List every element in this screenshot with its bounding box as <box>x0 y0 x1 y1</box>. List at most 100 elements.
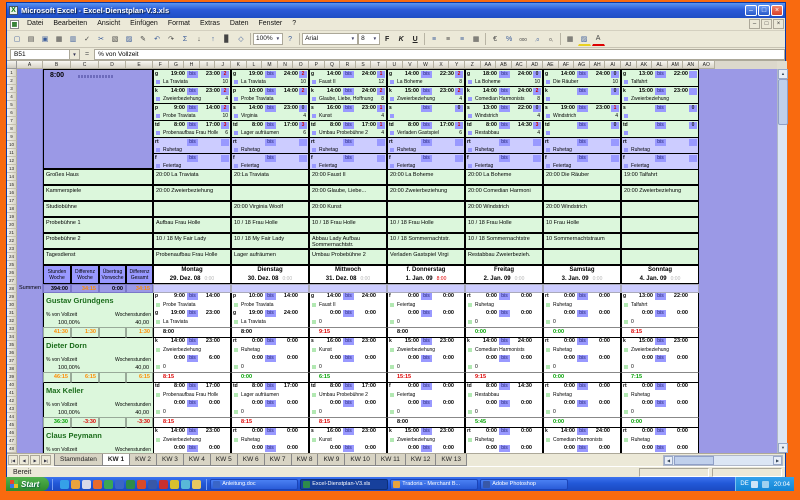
employee-day-cell[interactable]: rt0:00bis0:00Ruhetag0:00bis0:000 <box>543 338 621 372</box>
sheet-tab-kw-12[interactable]: KW 12 <box>405 454 437 466</box>
row-header-4[interactable]: 4 <box>7 93 17 101</box>
plan-entry[interactable]: g19:00bis23:002La Traviata10 <box>154 70 230 87</box>
row-header-37[interactable]: 37 <box>7 357 17 365</box>
venue-cell[interactable]: 10 / 18 Frau Holle <box>465 217 543 233</box>
internet-explorer-icon[interactable] <box>60 480 69 489</box>
venue-cell[interactable] <box>621 233 699 249</box>
plan-entry[interactable]: rtbisRuhetag <box>232 138 308 154</box>
plan-entry[interactable]: rtbisRuhetag <box>466 138 542 154</box>
column-header-G[interactable]: G <box>169 61 185 69</box>
open-icon[interactable]: ▤ <box>25 33 38 46</box>
column-header-AG[interactable]: AG <box>574 61 590 69</box>
employee-day-cell[interactable]: rt0:00bis0:00Ruhetag0:00bis0:000 <box>543 293 621 327</box>
font-select[interactable]: Arial▼ <box>302 33 358 45</box>
paste-icon[interactable]: ▨ <box>123 33 136 46</box>
chart-wizard-icon[interactable]: ▊ <box>221 33 234 46</box>
sheet-tab-kw-11[interactable]: KW 11 <box>375 454 406 466</box>
plan-entry[interactable]: k14:00bis24:002Glaube, Liebe, Hoffnung8 <box>310 87 386 104</box>
column-header-AD[interactable]: AD <box>527 61 543 69</box>
sort-descending-icon[interactable]: ↑ <box>207 33 220 46</box>
scroll-down-icon[interactable]: ▼ <box>778 443 788 453</box>
column-header-A[interactable]: A <box>17 61 43 69</box>
scroll-right-icon[interactable]: ▶ <box>773 456 782 465</box>
row-header-26[interactable]: 26 <box>7 269 17 277</box>
align-center-icon[interactable]: ≡ <box>442 33 455 46</box>
word-icon[interactable] <box>115 480 124 489</box>
tab-scroll-last-icon[interactable]: ▶| <box>41 455 51 465</box>
minimize-button[interactable]: – <box>745 5 757 16</box>
sheet-tab-kw-7[interactable]: KW 7 <box>264 454 292 466</box>
plan-entry[interactable]: g14:00bis24:001Faust II12 <box>310 70 386 87</box>
column-header-AI[interactable]: AI <box>605 61 621 69</box>
doc-close-button[interactable]: × <box>773 19 784 29</box>
sheet-tab-stammdaten[interactable]: Stammdaten <box>54 454 103 466</box>
row-header-46[interactable]: 46 <box>7 429 17 437</box>
venue-cell[interactable]: 10 / 18 Sommernachtstre <box>465 233 543 249</box>
doc-minimize-button[interactable]: – <box>749 19 760 29</box>
venue-cell[interactable]: Probenaufbau Frau Holle <box>153 249 231 265</box>
venue-cell[interactable]: 20:La Traviata <box>231 169 309 185</box>
venue-cell[interactable] <box>543 249 621 265</box>
column-header-T[interactable]: T <box>371 61 387 69</box>
row-header-1[interactable]: 1 <box>7 69 17 77</box>
formula-input[interactable]: % von Vollzeit <box>94 49 785 60</box>
select-all-corner[interactable] <box>7 61 17 69</box>
employee-day-cell[interactable]: s16:00bis23:00Kunst0:00bis0:000 <box>309 428 387 453</box>
row-header-19[interactable]: 19 <box>7 213 17 221</box>
employee-day-cell[interactable]: rt0:00bis0:00Ruhetag0:00bis0:000 <box>465 293 543 327</box>
row-header-31[interactable]: 31 <box>7 309 17 317</box>
row-header-44[interactable]: 44 <box>7 413 17 421</box>
venue-cell[interactable] <box>621 249 699 265</box>
column-header-AJ[interactable]: AJ <box>621 61 637 69</box>
column-header-N[interactable]: N <box>278 61 294 69</box>
row-header-33[interactable]: 33 <box>7 325 17 333</box>
menu-item-fenster[interactable]: Fenster <box>254 18 288 30</box>
row-header-9[interactable]: 9 <box>7 133 17 141</box>
show-desktop-icon[interactable] <box>82 480 91 489</box>
venue-cell[interactable]: 20:00 Zweierbeziehung <box>153 185 231 201</box>
column-header-I[interactable]: I <box>200 61 216 69</box>
employee-day-cell[interactable]: td8:00bis14:30Restabbau0:00bis0:000 <box>465 383 543 417</box>
column-header-AM[interactable]: AM <box>668 61 684 69</box>
sheet-tab-kw-4[interactable]: KW 4 <box>183 454 211 466</box>
font-color-icon[interactable]: A <box>592 33 605 46</box>
sheet-tab-kw-6[interactable]: KW 6 <box>237 454 265 466</box>
employee-info[interactable]: Max Keller% von VollzeitWochenstunden100… <box>43 383 153 417</box>
column-header-L[interactable]: L <box>247 61 263 69</box>
plan-entry[interactable]: fbisFeiertag <box>310 154 386 170</box>
plan-entry[interactable]: g13:00bis22:00Talfahrt <box>622 70 698 87</box>
row-header-29[interactable]: 29 <box>7 293 17 301</box>
messenger-icon[interactable] <box>104 480 113 489</box>
plan-entry[interactable]: rtbisRuhetag <box>622 138 698 154</box>
venue-cell[interactable]: Aufbau Frau Holle <box>153 217 231 233</box>
network-icon[interactable] <box>762 481 769 488</box>
plan-entry[interactable]: g18:00bis24:000La Boheme10 <box>466 70 542 87</box>
plan-entry[interactable]: rtbisRuhetag <box>310 138 386 154</box>
row-header-35[interactable]: 35 <box>7 341 17 349</box>
column-header-AH[interactable]: AH <box>590 61 606 69</box>
plan-entry[interactable]: k15:00bis23:002Zweierbeziehung4 <box>388 87 464 104</box>
menu-item-einfgen[interactable]: Einfügen <box>125 18 163 30</box>
sheet-tab-kw-3[interactable]: KW 3 <box>156 454 184 466</box>
mail-icon[interactable] <box>181 480 190 489</box>
venue-cell[interactable]: 20:00 Die Räuber <box>543 169 621 185</box>
column-header-O[interactable]: O <box>293 61 309 69</box>
save-icon[interactable]: ▣ <box>39 33 52 46</box>
media-player-icon[interactable] <box>93 480 102 489</box>
employee-info[interactable]: Dieter Dorn% von VollzeitWochenstunden10… <box>43 338 153 372</box>
underline-button[interactable]: U <box>409 33 422 46</box>
plan-entry[interactable]: tdbis0 <box>544 121 620 138</box>
undo-icon[interactable]: ↶ <box>151 33 164 46</box>
venue-cell[interactable] <box>621 201 699 217</box>
row-header-3[interactable]: 3 <box>7 85 17 93</box>
row-header-17[interactable]: 17 <box>7 197 17 205</box>
venue-cell[interactable] <box>153 201 231 217</box>
column-header-AO[interactable]: AO <box>699 61 715 69</box>
venue-label[interactable]: Kammerspiele <box>43 185 153 201</box>
horizontal-scroll-thumb[interactable] <box>674 456 714 465</box>
employee-day-cell[interactable]: td8:00bis17:00Probenaufbau Frau Holle0:0… <box>153 383 231 417</box>
column-header-AL[interactable]: AL <box>652 61 668 69</box>
drawing-icon[interactable]: ◇ <box>235 33 248 46</box>
employee-info[interactable]: Claus Peymann% von VollzeitWochenstunden… <box>43 428 153 453</box>
venue-cell[interactable]: 20:00 Kunst <box>309 201 387 217</box>
